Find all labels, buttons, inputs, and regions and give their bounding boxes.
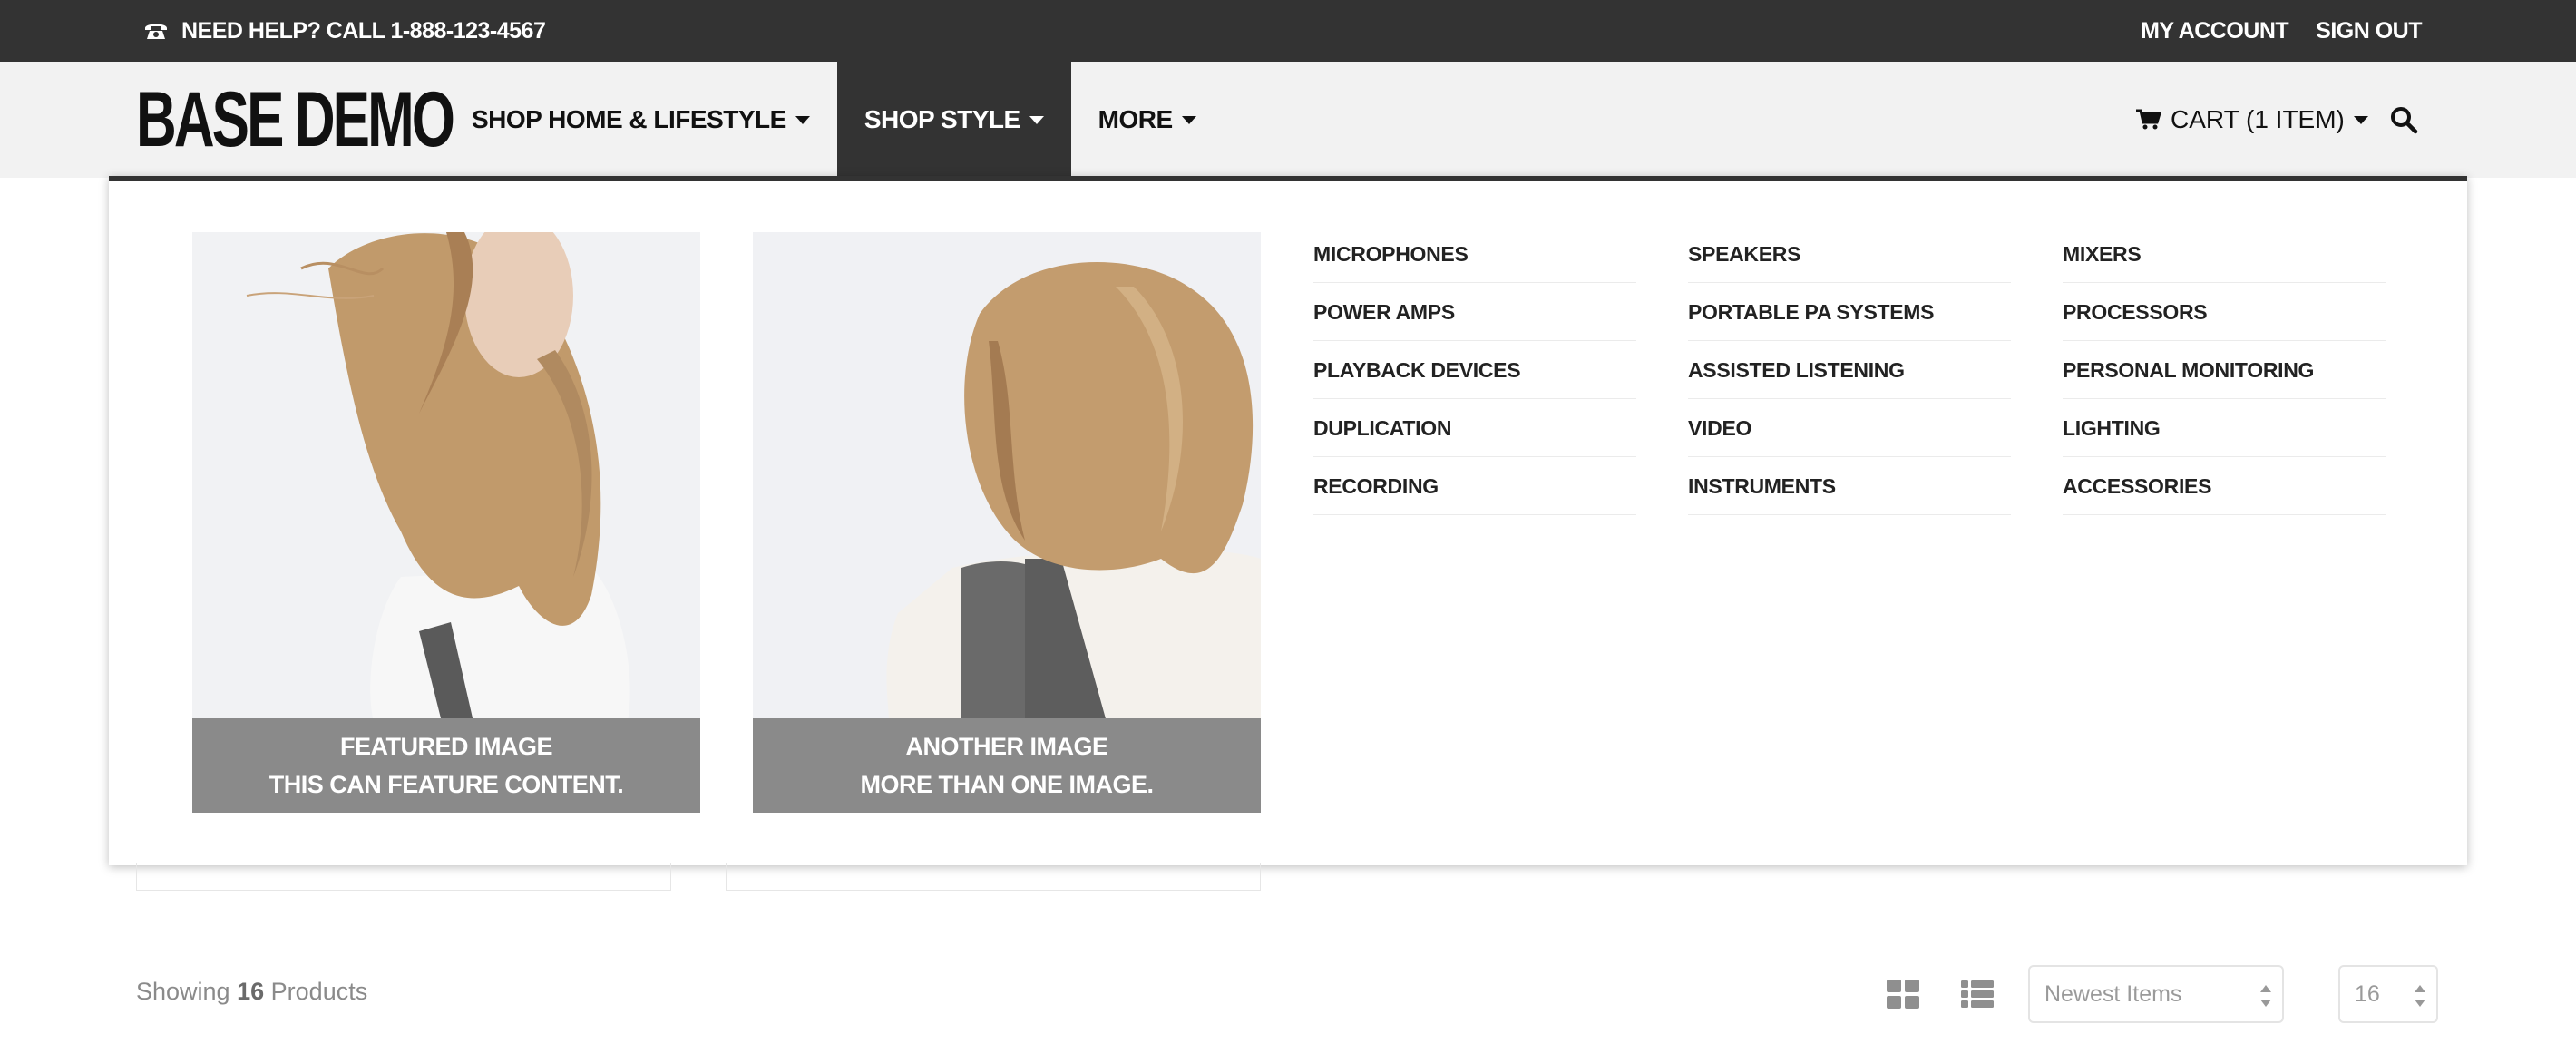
- nav-more[interactable]: MORE: [1071, 62, 1224, 178]
- promo-subtitle: THIS CAN FEATURE CONTENT.: [268, 771, 624, 798]
- help-line: NEED HELP? CALL 1-888-123-4567: [143, 0, 546, 62]
- nav-label: SHOP HOME & LIFESTYLE: [472, 105, 786, 133]
- menu-link-assisted-listening[interactable]: ASSISTED LISTENING: [1688, 341, 2011, 399]
- product-card-edge: [136, 863, 671, 891]
- sort-value: Newest Items: [2044, 980, 2182, 1007]
- promo-subtitle: MORE THAN ONE IMAGE.: [860, 771, 1154, 798]
- menu-link-portable-pa-systems[interactable]: PORTABLE PA SYSTEMS: [1688, 283, 2011, 341]
- caret-down-icon: [1181, 115, 1196, 124]
- menu-link-video[interactable]: VIDEO: [1688, 399, 2011, 457]
- account-links: MY ACCOUNT SIGN OUT: [2141, 0, 2422, 62]
- help-text: NEED HELP? CALL 1-888-123-4567: [181, 17, 546, 44]
- featured-image-promo[interactable]: FEATURED IMAGE THIS CAN FEATURE CONTENT.: [192, 232, 700, 813]
- menu-link-playback-devices[interactable]: PLAYBACK DEVICES: [1313, 341, 1636, 399]
- per-page-select[interactable]: 16: [2338, 965, 2438, 1023]
- site-logo[interactable]: BASE DEMO: [136, 78, 455, 161]
- select-arrows-icon: [2415, 985, 2425, 1007]
- product-count: Showing 16 Products: [136, 978, 367, 1006]
- menu-link-lighting[interactable]: LIGHTING: [2063, 399, 2386, 457]
- sign-out-link[interactable]: SIGN OUT: [2316, 18, 2422, 44]
- menu-link-speakers[interactable]: SPEAKERS: [1688, 225, 2011, 283]
- showing-count: 16: [237, 978, 265, 1005]
- nav-label: MORE: [1098, 105, 1174, 133]
- menu-link-power-amps[interactable]: POWER AMPS: [1313, 283, 1636, 341]
- phone-icon: [145, 24, 167, 39]
- list-view-icon[interactable]: [1961, 980, 1994, 1009]
- cart-button[interactable]: CART (1 ITEM): [2136, 62, 2368, 178]
- showing-prefix: Showing: [136, 978, 230, 1005]
- menu-link-personal-monitoring[interactable]: PERSONAL MONITORING: [2063, 341, 2386, 399]
- another-photo: [753, 232, 1261, 722]
- promo-title: FEATURED IMAGE: [340, 733, 553, 760]
- menu-column-3: MIXERS PROCESSORS PERSONAL MONITORING LI…: [2063, 225, 2386, 515]
- top-bar: NEED HELP? CALL 1-888-123-4567 MY ACCOUN…: [0, 0, 2576, 62]
- product-card-edge: [726, 863, 1261, 891]
- menu-link-recording[interactable]: RECORDING: [1313, 457, 1636, 515]
- search-icon[interactable]: [2389, 105, 2418, 134]
- cart-label: CART (1 ITEM): [2171, 105, 2345, 133]
- my-account-link[interactable]: MY ACCOUNT: [2141, 18, 2289, 44]
- nav-label: SHOP STYLE: [864, 105, 1020, 133]
- caret-down-icon: [795, 115, 810, 124]
- caret-down-icon: [1029, 115, 1044, 124]
- per-page-value: 16: [2355, 980, 2380, 1007]
- menu-link-duplication[interactable]: DUPLICATION: [1313, 399, 1636, 457]
- menu-link-instruments[interactable]: INSTRUMENTS: [1688, 457, 2011, 515]
- nav-shop-style[interactable]: SHOP STYLE: [836, 62, 1071, 178]
- select-arrows-icon: [2260, 985, 2271, 1007]
- menu-link-mixers[interactable]: MIXERS: [2063, 225, 2386, 283]
- menu-link-processors[interactable]: PROCESSORS: [2063, 283, 2386, 341]
- caret-down-icon: [2353, 115, 2368, 124]
- nav-shop-home-lifestyle[interactable]: SHOP HOME & LIFESTYLE: [444, 62, 837, 178]
- sort-select[interactable]: Newest Items: [2028, 965, 2284, 1023]
- main-header: BASE DEMO SHOP HOME & LIFESTYLE SHOP STY…: [0, 62, 2576, 178]
- cart-icon: [2136, 109, 2161, 130]
- showing-suffix: Products: [270, 978, 368, 1005]
- menu-column-2: SPEAKERS PORTABLE PA SYSTEMS ASSISTED LI…: [1688, 225, 2011, 515]
- shop-style-mega-menu: FEATURED IMAGE THIS CAN FEATURE CONTENT.…: [109, 176, 2467, 865]
- another-image-promo[interactable]: ANOTHER IMAGE MORE THAN ONE IMAGE.: [753, 232, 1261, 813]
- menu-link-microphones[interactable]: MICROPHONES: [1313, 225, 1636, 283]
- menu-column-1: MICROPHONES POWER AMPS PLAYBACK DEVICES …: [1313, 225, 1636, 515]
- main-nav: SHOP HOME & LIFESTYLE SHOP STYLE MORE: [444, 62, 1224, 178]
- grid-view-icon[interactable]: [1887, 980, 1919, 1009]
- featured-photo: [192, 232, 700, 722]
- promo-caption: ANOTHER IMAGE MORE THAN ONE IMAGE.: [753, 718, 1261, 813]
- menu-link-accessories[interactable]: ACCESSORIES: [2063, 457, 2386, 515]
- promo-caption: FEATURED IMAGE THIS CAN FEATURE CONTENT.: [192, 718, 700, 813]
- promo-title: ANOTHER IMAGE: [905, 733, 1109, 760]
